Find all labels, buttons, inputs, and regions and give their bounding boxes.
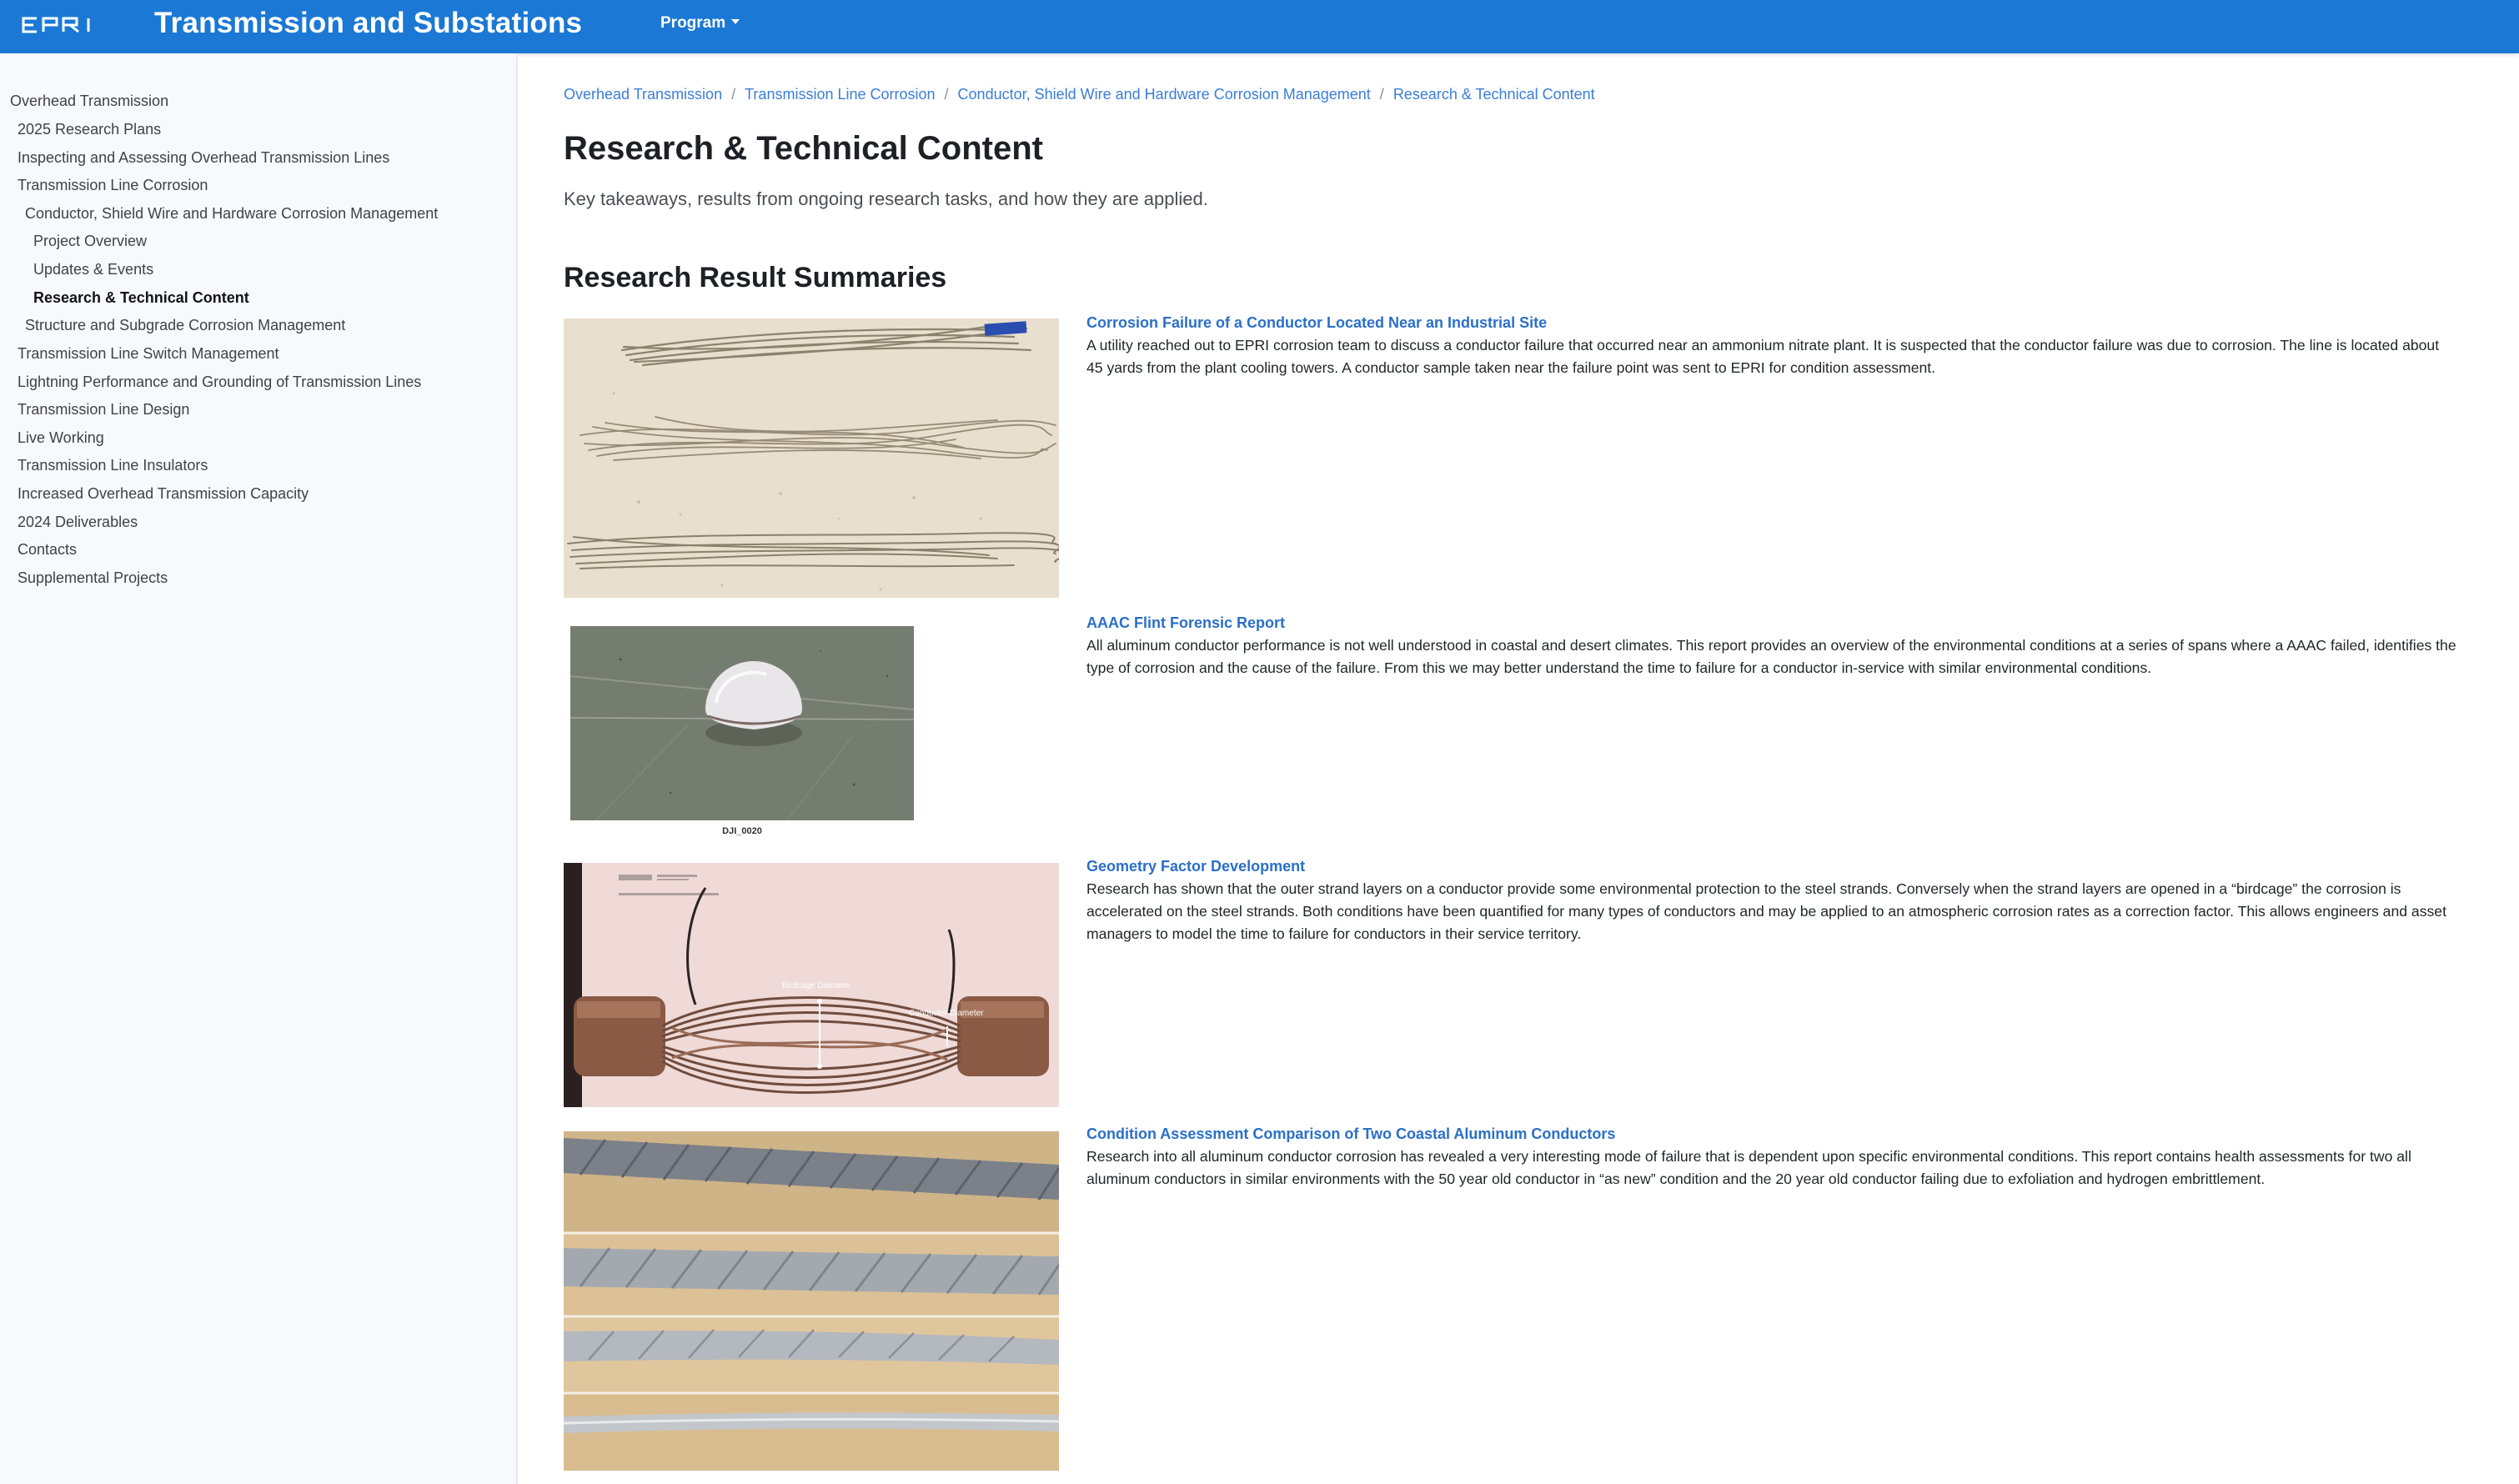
breadcrumb-overhead-transmission[interactable]: Overhead Transmission: [564, 86, 722, 103]
epri-logo[interactable]: [20, 15, 98, 35]
sidebar-item-line-corrosion[interactable]: Transmission Line Corrosion: [18, 176, 208, 194]
breadcrumb-separator: /: [731, 86, 736, 103]
sidebar-item-inspecting-assessing[interactable]: Inspecting and Assessing Overhead Transm…: [18, 148, 389, 167]
epri-logo-icon: [22, 17, 90, 33]
card-4-title-link[interactable]: Condition Assessment Comparison of Two C…: [1086, 1125, 1615, 1143]
page-subtitle: Key takeaways, results from ongoing rese…: [564, 188, 1208, 209]
section-title: Research Result Summaries: [564, 262, 947, 293]
page-title: Research & Technical Content: [564, 130, 1043, 167]
top-navbar: Transmission and Substations Program: [0, 0, 2519, 53]
sidebar-item-2024-deliverables[interactable]: 2024 Deliverables: [18, 513, 138, 531]
card-2-title-link[interactable]: AAAC Flint Forensic Report: [1086, 614, 1285, 632]
card-1-description: A utility reached out to EPRI corrosion …: [1086, 337, 2440, 376]
breadcrumb-separator: /: [1379, 86, 1384, 103]
sidebar-item-structure-subgrade[interactable]: Structure and Subgrade Corrosion Managem…: [25, 316, 345, 334]
program-dropdown[interactable]: Program: [660, 14, 740, 33]
card-2-description: All aluminum conductor performance is no…: [1086, 637, 2456, 676]
card-1-title-link[interactable]: Corrosion Failure of a Conductor Located…: [1086, 313, 1547, 332]
sidebar-nav: Overhead Transmission 2025 Research Plan…: [0, 53, 518, 1484]
sidebar-item-research-technical-content[interactable]: Research & Technical Content: [33, 288, 249, 307]
breadcrumb-conductor-corrosion[interactable]: Conductor, Shield Wire and Hardware Corr…: [958, 86, 1371, 103]
sidebar-item-line-insulators[interactable]: Transmission Line Insulators: [18, 456, 208, 474]
program-label: Program: [660, 14, 726, 32]
card-3-title-link[interactable]: Geometry Factor Development: [1086, 857, 1305, 875]
birdcage-diameter-label: Birdcage Diameter: [782, 981, 851, 990]
conductor-diameter-label: Conductor Diameter: [909, 1009, 984, 1018]
card-1-image[interactable]: [564, 318, 1059, 598]
sidebar-item-switch-management[interactable]: Transmission Line Switch Management: [18, 344, 278, 363]
aerial-conductor-sphere-photo: [570, 626, 914, 820]
card-3-description: Research has shown that the outer strand…: [1086, 880, 2446, 942]
breadcrumb-line-corrosion[interactable]: Transmission Line Corrosion: [745, 86, 935, 103]
sidebar-item-updates-events[interactable]: Updates & Events: [33, 260, 153, 278]
sidebar-item-conductor-corrosion[interactable]: Conductor, Shield Wire and Hardware Corr…: [25, 204, 438, 223]
breadcrumb-separator: /: [944, 86, 949, 103]
sidebar-item-line-design[interactable]: Transmission Line Design: [18, 400, 189, 419]
sidebar-item-2025-research-plans[interactable]: 2025 Research Plans: [18, 120, 161, 138]
frayed-conductor-photo: [564, 318, 1059, 598]
sidebar-item-overhead-transmission[interactable]: Overhead Transmission: [10, 92, 168, 110]
birdcage-conductor-photo: Birdcage Diameter Conductor Diameter: [564, 863, 1059, 1107]
card-2-image-caption: DJI_0020: [722, 826, 762, 836]
aluminum-conductors-comparison-photo: [564, 1131, 1059, 1471]
sidebar-item-lightning-performance[interactable]: Lightning Performance and Grounding of T…: [18, 373, 421, 391]
card-3-image[interactable]: Birdcage Diameter Conductor Diameter: [564, 863, 1059, 1107]
sidebar-item-contacts[interactable]: Contacts: [18, 540, 77, 559]
breadcrumb-research-technical-content[interactable]: Research & Technical Content: [1393, 86, 1595, 103]
breadcrumb: Overhead Transmission / Transmission Line …: [564, 85, 1595, 103]
card-2-image[interactable]: [570, 626, 914, 820]
sidebar-item-live-working[interactable]: Live Working: [18, 429, 104, 447]
sidebar-item-project-overview[interactable]: Project Overview: [33, 232, 147, 250]
site-title[interactable]: Transmission and Substations: [154, 7, 582, 40]
sidebar-item-supplemental-projects[interactable]: Supplemental Projects: [18, 569, 168, 587]
caret-down-icon: [731, 18, 740, 24]
sidebar-item-increased-capacity[interactable]: Increased Overhead Transmission Capacity: [18, 484, 309, 503]
card-4-description: Research into all aluminum conductor cor…: [1086, 1148, 2411, 1187]
card-4-image[interactable]: [564, 1131, 1059, 1471]
